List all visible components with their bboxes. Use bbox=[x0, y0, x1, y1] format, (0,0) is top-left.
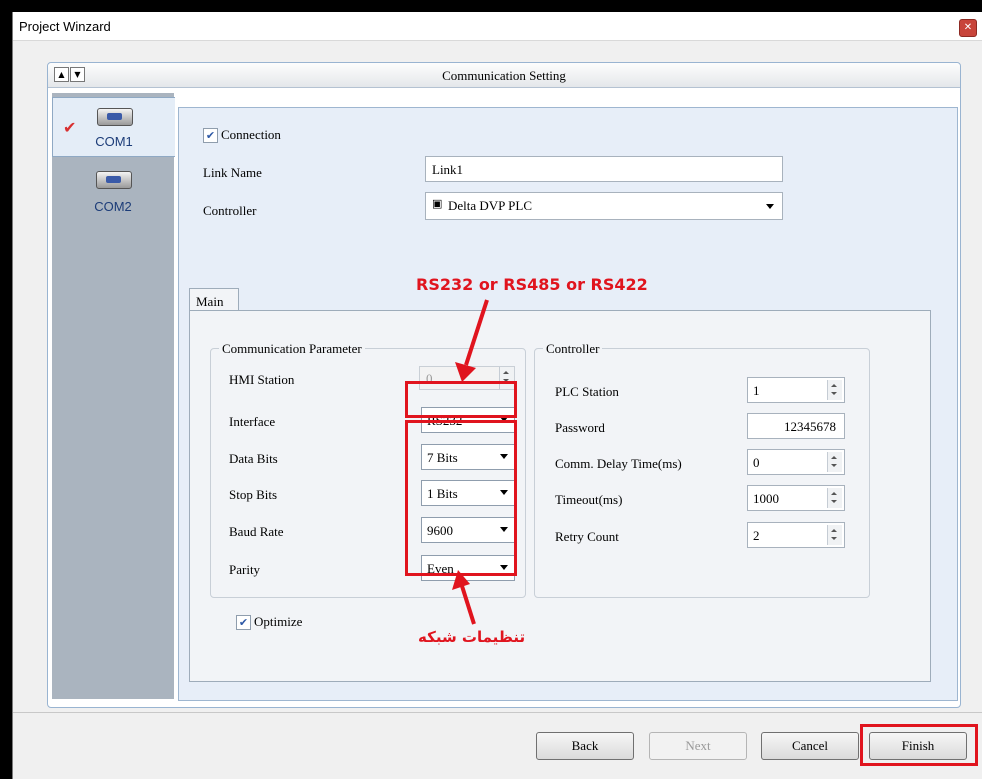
arrow-to-interface-icon bbox=[455, 299, 489, 382]
arrow-from-network-label-icon bbox=[452, 570, 476, 625]
annotation-arrows bbox=[452, 299, 489, 625]
